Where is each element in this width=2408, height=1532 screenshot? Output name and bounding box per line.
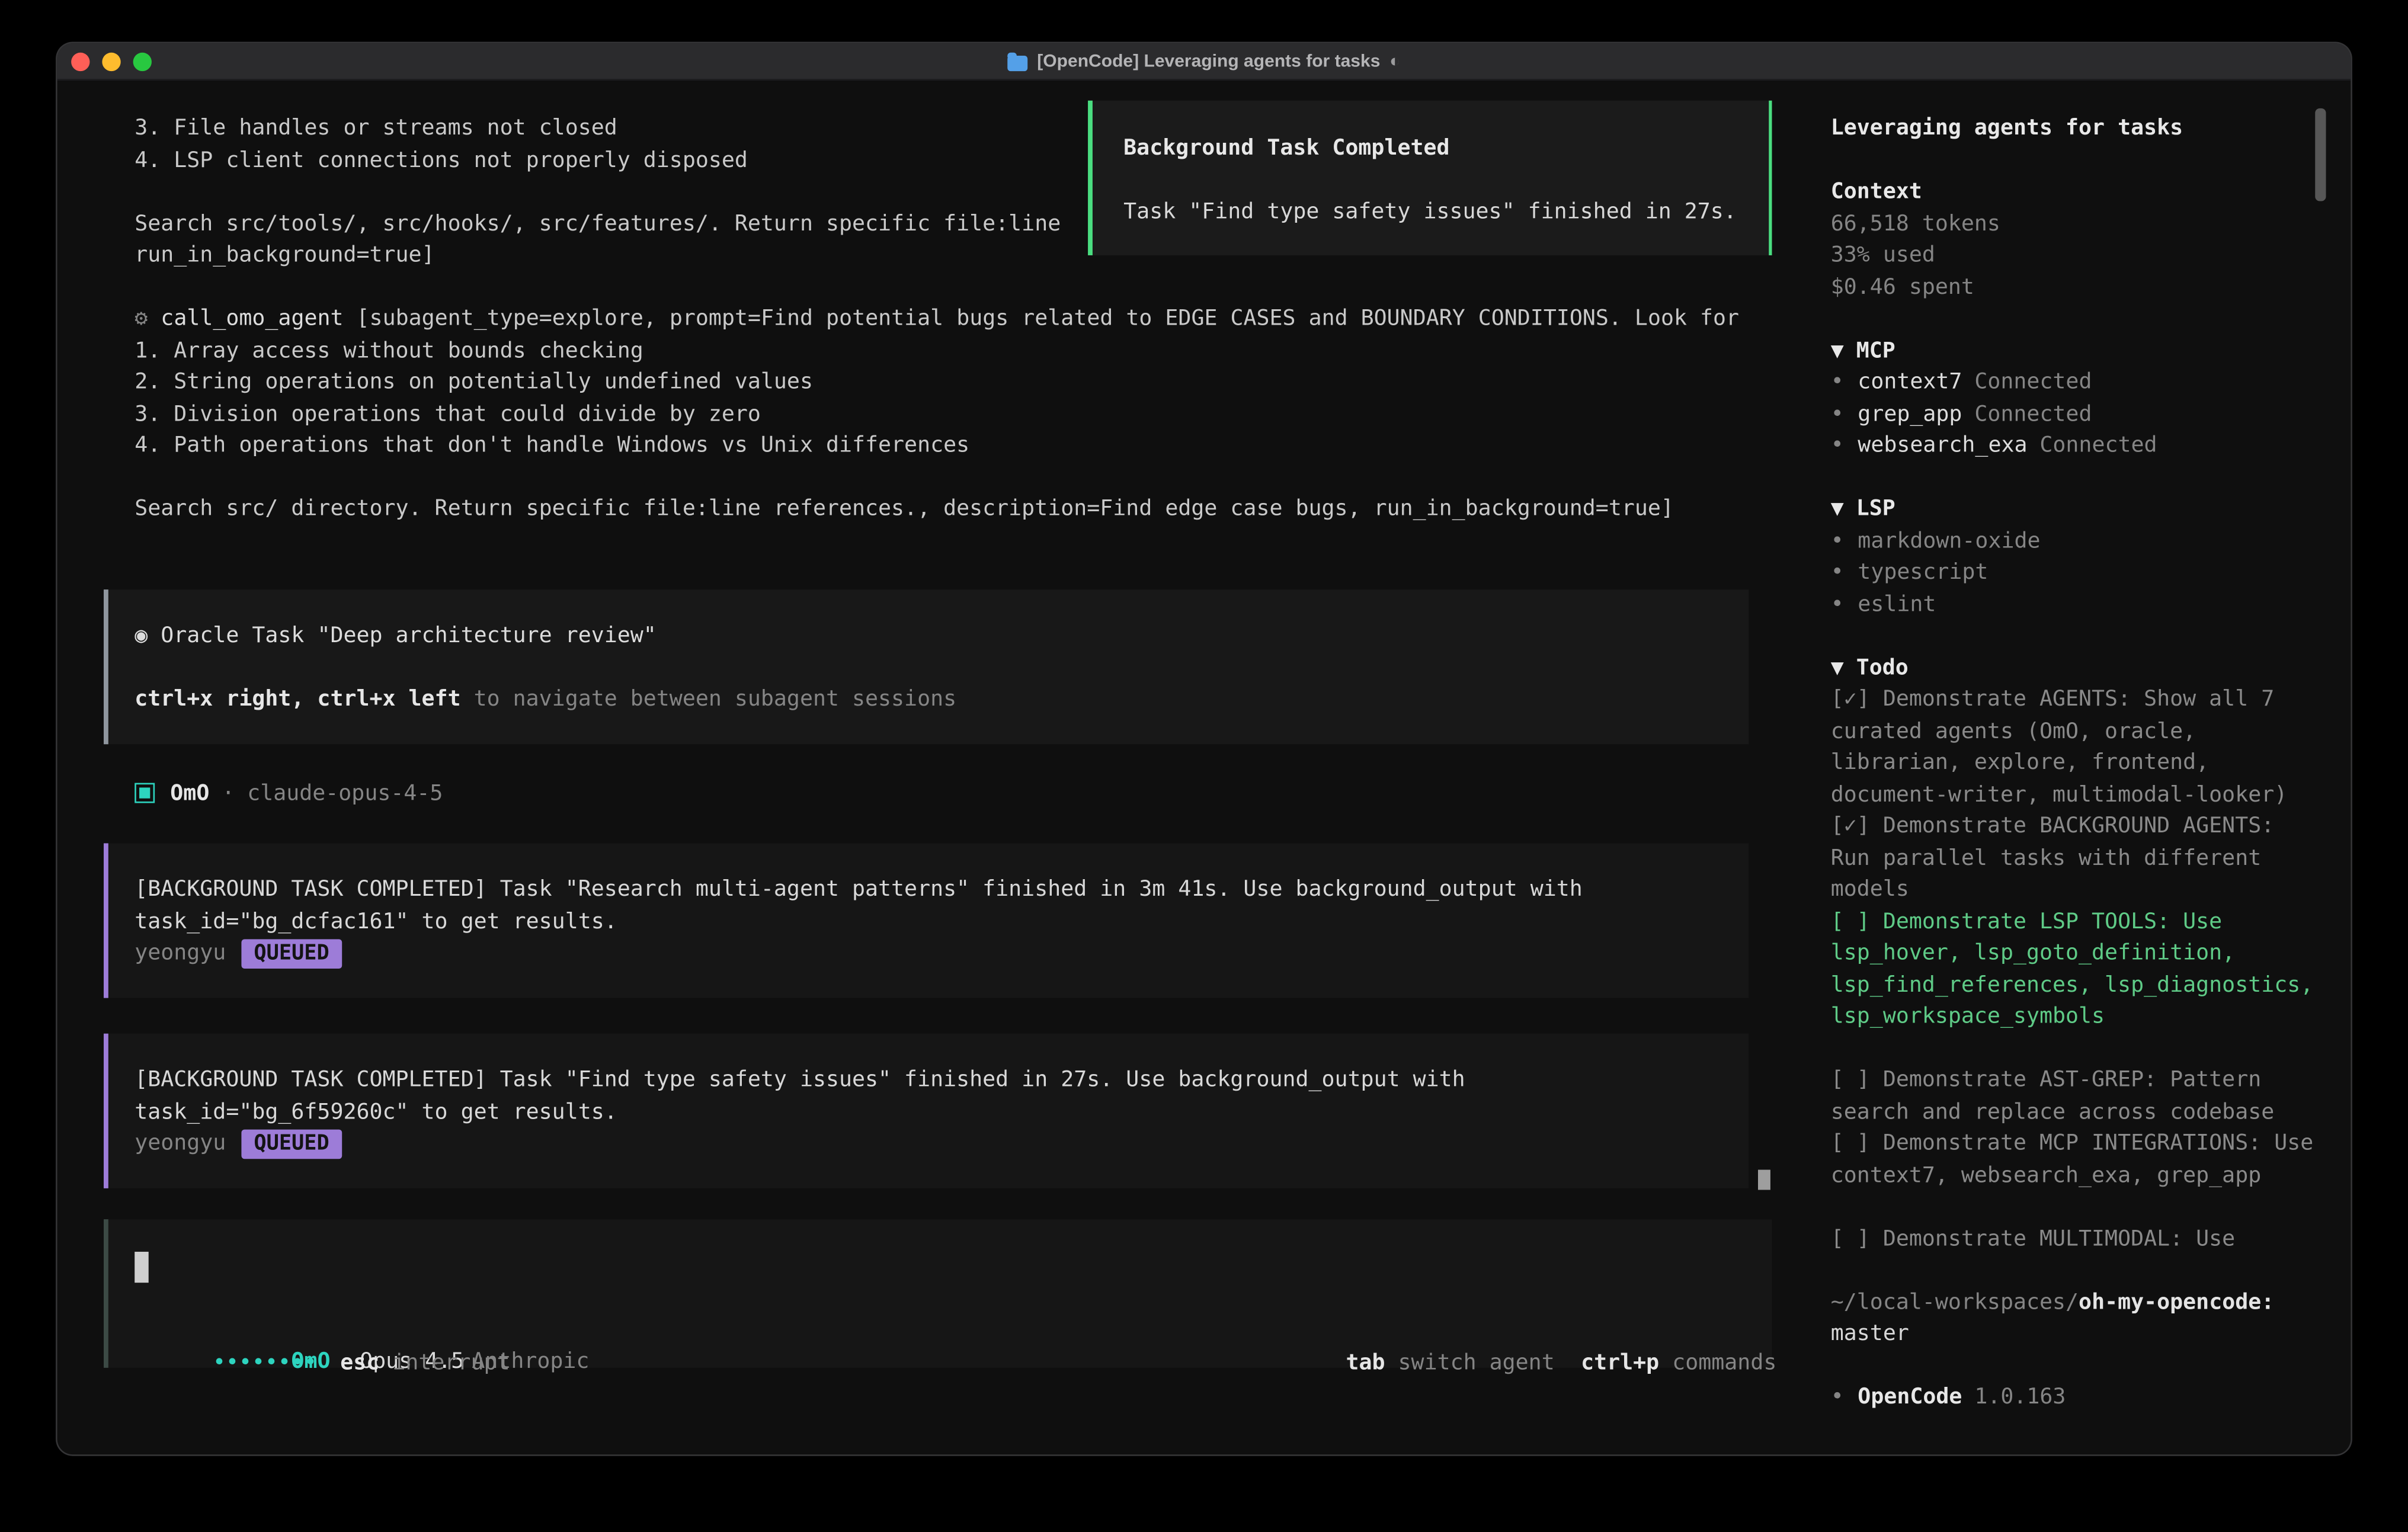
background-task-toast: Background Task Completed Task "Find typ… xyxy=(1088,101,1772,255)
todo-item: [✓] Demonstrate AGENTS: Show all 7 curat… xyxy=(1831,684,2314,810)
context-used: 33% used xyxy=(1831,240,2314,272)
lsp-item: •eslint xyxy=(1831,589,2314,621)
separator-dot: · xyxy=(222,777,235,809)
tool-arg-item: 1. Array access without bounds checking xyxy=(57,335,1808,367)
message-meta: yeongyu QUEUED xyxy=(135,938,1749,970)
collapse-icon: ▼ xyxy=(1831,655,1844,680)
mcp-section-toggle[interactable]: ▼MCP xyxy=(1831,335,2314,367)
agent-header: OmO · claude-opus-4-5 xyxy=(57,777,1808,809)
message-meta: yeongyu QUEUED xyxy=(135,1128,1749,1160)
context-tokens: 66,518 tokens xyxy=(1831,208,2314,240)
oracle-task-panel[interactable]: ◉ Oracle Task "Deep architecture review"… xyxy=(104,589,1749,743)
tab-key-hint: tab xyxy=(1346,1351,1385,1376)
window-title: [OpenCode] Leveraging agents for tasks xyxy=(1037,43,1380,79)
titlebar[interactable]: [OpenCode] Leveraging agents for tasks ◐ xyxy=(57,43,2351,81)
agent-model: claude-opus-4-5 xyxy=(247,777,443,809)
toast-body: Task "Find type safety issues" finished … xyxy=(1123,197,1769,229)
bullet-icon: • xyxy=(1831,528,1844,553)
chat-scroll-position-indicator[interactable] xyxy=(1758,1170,1770,1190)
desktop: [OpenCode] Leveraging agents for tasks ◐… xyxy=(0,0,2408,1532)
tool-arg-item: 4. Path operations that don't handle Win… xyxy=(57,430,1808,462)
tool-arg-item: 2. String operations on potentially unde… xyxy=(57,367,1808,399)
ctrlp-key-hint: ctrl+p xyxy=(1581,1351,1659,1376)
todo-item: [ ] Demonstrate MCP INTEGRATIONS: Use co… xyxy=(1831,1128,2314,1191)
status-right: tab switch agentctrl+p commands xyxy=(1241,1316,1776,1411)
zoom-button[interactable] xyxy=(133,53,152,71)
chat-scroll-area[interactable]: 3. File handles or streams not closed 4.… xyxy=(57,81,1808,1453)
todo-item: [✓] Demonstrate BACKGROUND AGENTS: Run p… xyxy=(1831,811,2314,906)
gear-icon: ⚙ xyxy=(135,306,148,331)
tool-arg-tail: Search src/ directory. Return specific f… xyxy=(57,493,1808,525)
session-title: Leveraging agents for tasks xyxy=(1831,113,2314,145)
sidebar-scrollbar-thumb[interactable] xyxy=(2315,108,2326,201)
collapse-icon: ▼ xyxy=(1831,496,1844,521)
workspace-branch: master xyxy=(1831,1318,2314,1350)
message-author: yeongyu xyxy=(135,1131,226,1156)
queued-badge: QUEUED xyxy=(241,1130,341,1159)
sidebar[interactable]: Leveraging agents for tasks Context 66,5… xyxy=(1808,81,2351,1453)
traffic-lights xyxy=(71,53,152,71)
todo-item-active: [ ] Demonstrate LSP TOOLS: Use lsp_hover… xyxy=(1831,906,2314,1033)
background-task-message: [BACKGROUND TASK COMPLETED] Task "Resear… xyxy=(104,843,1749,998)
message-text: [BACKGROUND TASK COMPLETED] Task "Resear… xyxy=(135,874,1749,906)
folder-icon xyxy=(1008,55,1028,70)
message-author: yeongyu xyxy=(135,941,226,966)
background-task-message: [BACKGROUND TASK COMPLETED] Task "Find t… xyxy=(104,1034,1749,1188)
queued-badge: QUEUED xyxy=(241,939,341,969)
status-bar: ••••••••esc interrupt tab switch agentct… xyxy=(108,1316,1777,1411)
session-state-icon: ◐ xyxy=(1389,43,1400,79)
lsp-item: •markdown-oxide xyxy=(1831,525,2314,557)
mcp-item: •grep_appConnected xyxy=(1831,399,2314,431)
status-left: ••••••••esc interrupt xyxy=(108,1316,510,1411)
bullet-icon: • xyxy=(1831,1385,1844,1410)
todo-section-toggle[interactable]: ▼Todo xyxy=(1831,652,2314,684)
toast-title: Background Task Completed xyxy=(1123,133,1769,165)
bullet-icon: • xyxy=(1831,433,1844,458)
collapse-icon: ▼ xyxy=(1831,338,1844,363)
message-text: [BACKGROUND TASK COMPLETED] Task "Find t… xyxy=(135,1065,1749,1097)
bullet-icon: • xyxy=(1831,592,1844,617)
bullet-icon: • xyxy=(1831,370,1844,395)
lsp-item: •typescript xyxy=(1831,557,2314,589)
oracle-hint: ctrl+x right, ctrl+x left to navigate be… xyxy=(135,683,1749,715)
record-icon: ◉ xyxy=(135,623,148,648)
tool-call-line: ⚙ call_omo_agent [subagent_type=explore,… xyxy=(57,303,1808,335)
lsp-section-toggle[interactable]: ▼LSP xyxy=(1831,493,2314,525)
bullet-icon: • xyxy=(1831,560,1844,585)
oracle-task-title: ◉ Oracle Task "Deep architecture review" xyxy=(135,620,1749,652)
hint-keys: ctrl+x right, ctrl+x left xyxy=(135,686,460,711)
message-text: task_id="bg_6f59260c" to get results. xyxy=(135,1096,1749,1128)
tool-name: call_omo_agent xyxy=(161,306,343,331)
agent-name: OmO xyxy=(170,777,209,809)
tool-args: [subagent_type=explore, prompt=Find pote… xyxy=(344,306,1740,331)
close-button[interactable] xyxy=(71,53,89,71)
workspace-path: ~/local-workspaces/oh-my-opencode: xyxy=(1831,1287,2314,1319)
minimize-button[interactable] xyxy=(102,53,120,71)
app-version: •OpenCode1.0.163 xyxy=(1831,1382,2314,1414)
terminal-window: [OpenCode] Leveraging agents for tasks ◐… xyxy=(57,43,2351,1454)
context-heading: Context xyxy=(1831,177,2314,209)
mcp-item: •websearch_exaConnected xyxy=(1831,430,2314,462)
mcp-item: •context7Connected xyxy=(1831,367,2314,399)
esc-key-hint: esc xyxy=(340,1351,379,1376)
spinner-icon: •••••••• xyxy=(213,1351,317,1376)
text-cursor xyxy=(135,1252,149,1283)
hint-text: to navigate between subagent sessions xyxy=(461,686,957,711)
message-text: task_id="bg_dcfac161" to get results. xyxy=(135,906,1749,938)
tool-arg-item: 3. Division operations that could divide… xyxy=(57,399,1808,431)
bullet-icon: • xyxy=(1831,402,1844,427)
todo-item: [ ] Demonstrate AST-GREP: Pattern search… xyxy=(1831,1065,2314,1128)
context-spent: $0.46 spent xyxy=(1831,271,2314,303)
omo-agent-icon xyxy=(135,783,155,803)
todo-item: [ ] Demonstrate MULTIMODAL: Use xyxy=(1831,1223,2314,1255)
